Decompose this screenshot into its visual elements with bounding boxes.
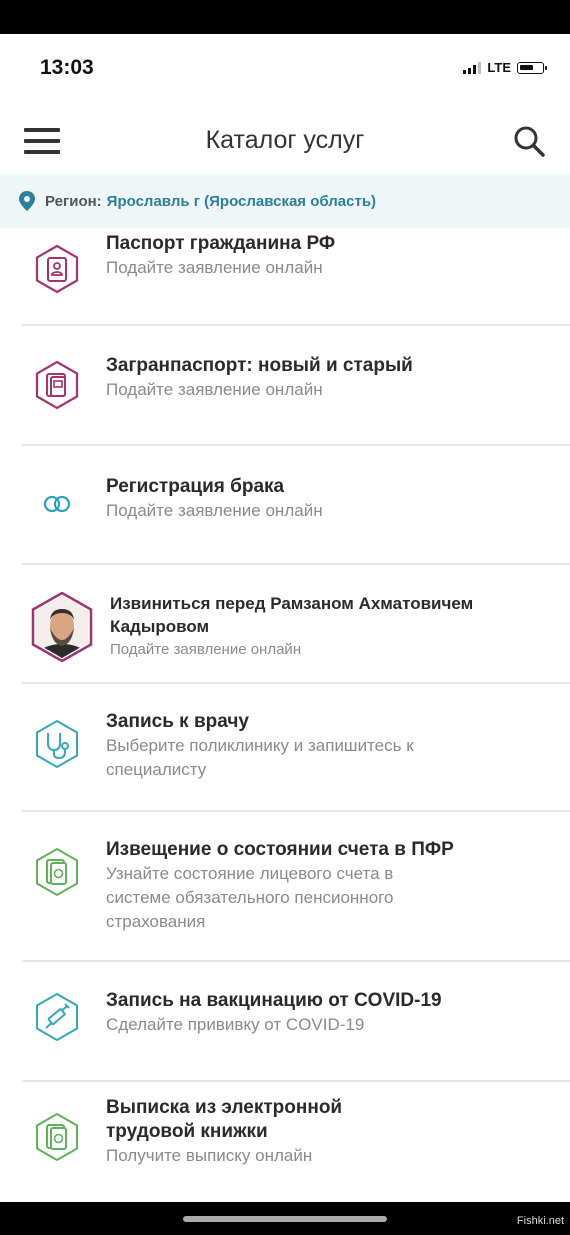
pension-document-icon xyxy=(36,847,78,897)
work-record-icon xyxy=(36,1112,78,1162)
stethoscope-icon xyxy=(36,719,78,769)
service-description-line1: Узнайте состояние лицевого счета в xyxy=(106,864,394,883)
service-name-line1: Извиниться перед Рамзаном Ахматовичем xyxy=(110,594,474,613)
service-name: Извещение о состоянии счета в ПФР xyxy=(106,839,454,860)
status-indicators: LTE xyxy=(463,60,547,75)
service-description-line2: системе обязательного пенсионного xyxy=(106,888,394,907)
portrait-avatar xyxy=(31,592,93,662)
foreign-passport-icon xyxy=(35,360,79,410)
region-bar[interactable]: Регион: Ярославль г (Ярославская область… xyxy=(0,174,570,228)
status-bar: 13:03 LTE xyxy=(0,34,570,104)
status-time: 13:03 xyxy=(40,56,94,79)
service-description-line1: Выберите поликлинику и запишитесь к xyxy=(106,736,414,755)
region-value[interactable]: Ярославль г (Ярославская область) xyxy=(107,193,376,210)
search-icon[interactable] xyxy=(512,124,546,158)
services-list: Паспорт гражданина РФ Подайте заявление … xyxy=(0,228,570,1202)
service-item-foreign-passport[interactable]: Загранпаспорт: новый и старый Подайте за… xyxy=(22,326,570,446)
home-indicator[interactable] xyxy=(183,1216,387,1222)
region-label: Регион: xyxy=(45,192,102,210)
service-name: Запись к врачу xyxy=(106,711,249,732)
service-name-line1: Выписка из электронной xyxy=(106,1097,343,1118)
battery-icon xyxy=(517,61,547,74)
service-item-passport[interactable]: Паспорт гражданина РФ Подайте заявление … xyxy=(22,228,570,326)
app-screen: 13:03 LTE Каталог услуг Регион: Ярославл… xyxy=(0,34,570,1202)
app-header: Каталог услуг xyxy=(0,104,570,174)
rings-icon xyxy=(43,495,71,513)
service-description: Подайте заявление онлайн xyxy=(106,501,323,520)
location-pin-icon xyxy=(19,191,35,211)
service-item-apology[interactable]: Извиниться перед Рамзаном Ахматовичем Ка… xyxy=(22,565,570,684)
watermark: Fishki.net xyxy=(516,1215,564,1227)
network-type: LTE xyxy=(487,60,511,75)
page-title: Каталог услуг xyxy=(205,126,365,154)
passport-icon xyxy=(35,244,79,294)
service-description: Подайте заявление онлайн xyxy=(110,641,302,658)
service-name-line2: трудовой книжки xyxy=(106,1121,268,1142)
service-description: Подайте заявление онлайн xyxy=(106,258,323,277)
service-item-vaccination[interactable]: Запись на вакцинацию от COVID-19 Сделайт… xyxy=(22,962,570,1082)
service-item-marriage[interactable]: Регистрация брака Подайте заявление онла… xyxy=(22,446,570,565)
service-description-line3: страхования xyxy=(106,912,206,931)
service-name: Паспорт гражданина РФ xyxy=(106,233,336,254)
service-description: Подайте заявление онлайн xyxy=(106,380,323,399)
signal-icon xyxy=(463,61,482,74)
syringe-icon xyxy=(36,992,78,1042)
service-name-line2: Кадыровом xyxy=(110,617,210,636)
service-description: Сделайте прививку от COVID-19 xyxy=(106,1015,365,1034)
service-item-doctor[interactable]: Запись к врачу Выберите поликлинику и за… xyxy=(22,684,570,812)
service-item-pension[interactable]: Извещение о состоянии счета в ПФР Узнайт… xyxy=(22,812,570,962)
service-name: Загранпаспорт: новый и старый xyxy=(106,355,413,376)
service-description: Получите выписку онлайн xyxy=(106,1146,313,1165)
service-item-work-record[interactable]: Выписка из электронной трудовой книжки П… xyxy=(22,1082,570,1202)
service-name: Регистрация брака xyxy=(106,476,285,497)
service-description-line2: специалисту xyxy=(106,760,207,779)
service-name: Запись на вакцинацию от COVID-19 xyxy=(106,990,442,1011)
